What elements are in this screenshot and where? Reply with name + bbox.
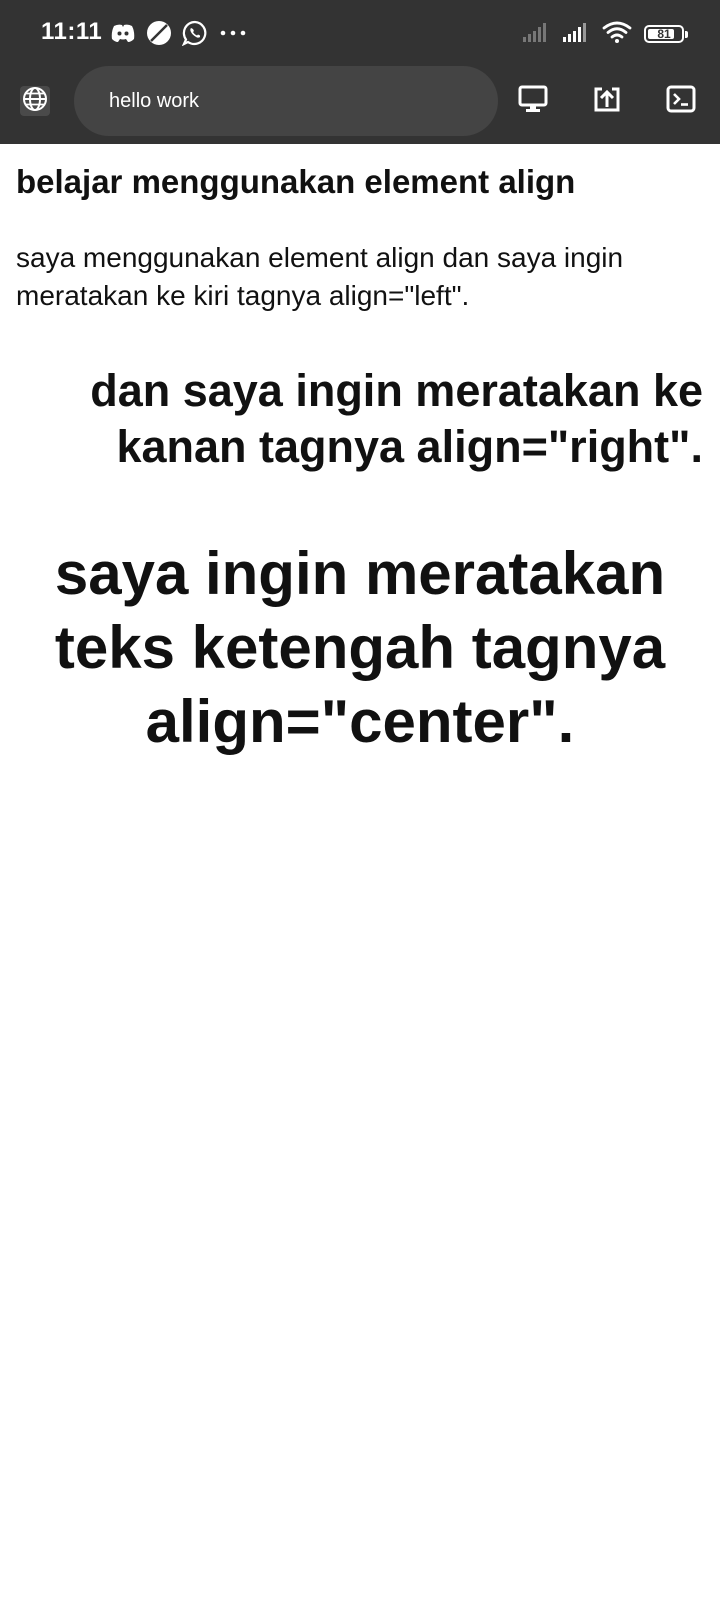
page-heading: belajar menggunakan element align bbox=[16, 163, 576, 200]
desktop-icon bbox=[518, 85, 548, 118]
no-disturb-icon bbox=[146, 20, 172, 46]
signal-icon bbox=[522, 21, 550, 48]
left-aligned-paragraph: saya menggunakan element align dan saya … bbox=[16, 242, 624, 311]
signal-icon bbox=[562, 21, 590, 48]
globe-icon bbox=[22, 86, 48, 117]
status-icons-left bbox=[110, 18, 248, 48]
battery-cap bbox=[685, 31, 688, 38]
right-aligned-heading: dan saya ingin meratakan ke kanan tagnya… bbox=[90, 365, 703, 472]
url-text: hello work bbox=[109, 89, 200, 112]
share-button[interactable] bbox=[590, 84, 624, 118]
center-aligned-heading: saya ingin meratakan teks ketengah tagny… bbox=[54, 540, 666, 755]
discord-icon bbox=[110, 22, 136, 44]
status-bar: 11:11 81 bbox=[0, 0, 720, 66]
status-icons-right: 81 bbox=[522, 18, 688, 50]
browser-toolbar: hello work bbox=[0, 66, 720, 144]
globe-button[interactable] bbox=[20, 86, 50, 116]
wifi-icon bbox=[602, 20, 632, 49]
battery-icon: 81 bbox=[644, 25, 688, 43]
share-icon bbox=[592, 85, 622, 118]
status-time: 11:11 bbox=[41, 18, 103, 45]
desktop-view-button[interactable] bbox=[516, 84, 550, 118]
console-icon bbox=[666, 85, 696, 118]
more-icon bbox=[218, 28, 248, 38]
url-bar[interactable]: hello work bbox=[74, 66, 498, 136]
console-button[interactable] bbox=[664, 84, 698, 118]
battery-level: 81 bbox=[657, 27, 671, 41]
whatsapp-icon bbox=[182, 20, 208, 46]
